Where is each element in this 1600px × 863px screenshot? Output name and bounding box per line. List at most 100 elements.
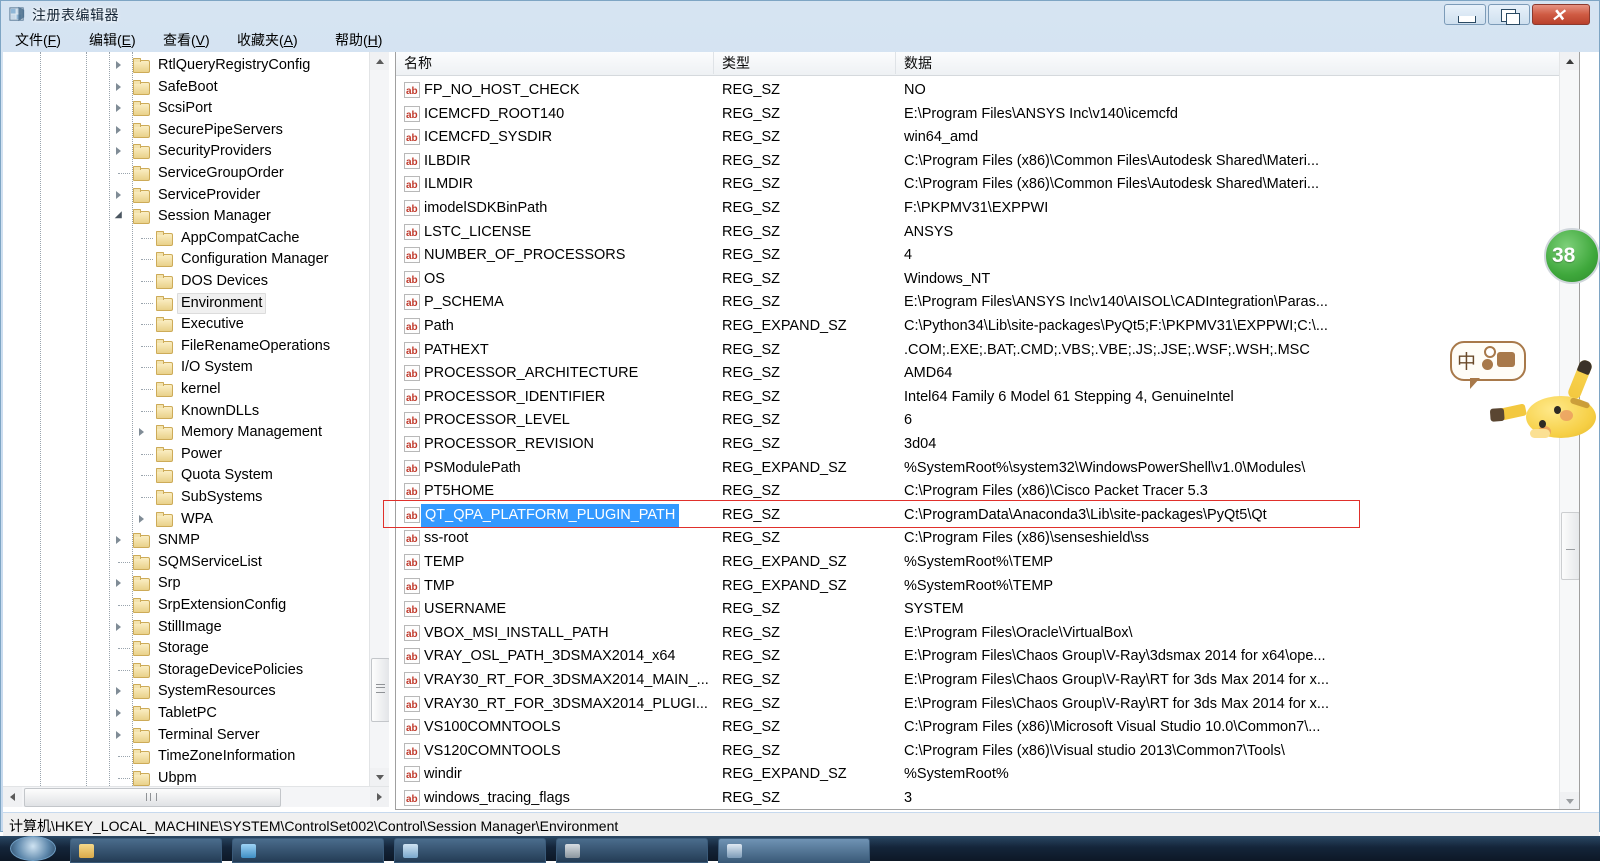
chevron-right-icon[interactable] [116, 709, 121, 717]
chevron-right-icon[interactable] [139, 514, 144, 523]
table-row[interactable]: FP_NO_HOST_CHECK REG_SZ NO [396, 79, 1579, 104]
table-row[interactable]: TEMP REG_EXPAND_SZ %SystemRoot%\TEMP [396, 551, 1579, 576]
tree-connector-icon [141, 475, 153, 477]
tree-scroll-left-icon[interactable] [3, 787, 22, 807]
tree-scroll-up-icon[interactable] [370, 52, 389, 70]
table-row[interactable]: OS REG_SZ Windows_NT [396, 268, 1579, 292]
table-row[interactable]: ss-root REG_SZ C:\Program Files (x86)\sens… [396, 527, 1579, 552]
table-row[interactable]: VRAY30_RT_FOR_3DSMAX2014_MAIN_... REG_SZ E… [396, 669, 1579, 694]
string-value-icon [404, 646, 420, 670]
ime-skin-icon[interactable] [1497, 352, 1515, 367]
table-row[interactable]: PROCESSOR_ARCHITECTURE REG_SZ AMD64 [396, 362, 1579, 387]
tree-scroll-right-icon[interactable] [370, 787, 389, 807]
chevron-right-icon[interactable] [116, 61, 121, 69]
windows-taskbar[interactable] [0, 836, 1600, 863]
chevron-right-icon[interactable] [116, 579, 121, 588]
value-data-cell: AMD64 [904, 365, 953, 382]
table-row[interactable]: ICEMCFD_SYSDIR REG_SZ win64_amd [396, 126, 1579, 151]
tree-node-label: Ubpm [158, 769, 197, 786]
tree-scroll-down-icon[interactable] [370, 768, 389, 786]
table-row[interactable]: windir REG_EXPAND_SZ %SystemRoot% [396, 763, 1579, 788]
start-button[interactable] [10, 836, 56, 861]
menu-item-file[interactable]: 文件(F) [9, 30, 67, 50]
value-type-cell: REG_SZ [722, 601, 781, 618]
close-button[interactable]: ✕ [1532, 4, 1590, 25]
taskbar-item-3[interactable] [394, 838, 546, 863]
tree-node-label: Terminal Server [158, 726, 260, 743]
tree-vertical-scrollbar[interactable] [369, 52, 390, 786]
list-scrollbar-thumb[interactable] [1561, 512, 1579, 580]
column-header-name[interactable]: 名称 [396, 52, 714, 74]
table-row[interactable]: PROCESSOR_IDENTIFIER REG_SZ Intel64 Family… [396, 386, 1579, 410]
chevron-right-icon[interactable] [139, 428, 144, 437]
value-name-text: NUMBER_OF_PROCESSORS [424, 247, 626, 264]
table-row[interactable]: PSModulePath REG_EXPAND_SZ %SystemRoot%\sy… [396, 457, 1579, 481]
menu-item-favorites[interactable]: 收藏夹(A) [231, 30, 304, 50]
chevron-right-icon[interactable] [116, 147, 121, 156]
table-row[interactable]: imodelSDKBinPath REG_SZ F:\PKPMV31\EXPPWI [396, 197, 1579, 222]
taskbar-item-4[interactable] [556, 838, 708, 863]
registry-values-list[interactable]: 名称 类型 数据 FP_NO_HOST_CHECK REG_SZ NO ICEMCFD… [395, 52, 1580, 810]
table-row[interactable]: P_SCHEMA REG_SZ E:\Program Files\ANSYS Inc… [396, 291, 1579, 316]
ime-punctuation-icon[interactable] [1484, 346, 1496, 358]
menu-item-view[interactable]: 查看(V) [157, 30, 216, 50]
tree-connector-icon [118, 605, 130, 606]
table-row[interactable]: PATHEXT REG_SZ .COM;.EXE;.BAT;.CMD;.VBS;.V… [396, 339, 1579, 363]
table-row[interactable]: QT_QPA_PLATFORM_PLUGIN_PATH REG_SZ C:\Prog… [396, 503, 1579, 528]
ime-indicator[interactable]: 中 [1450, 337, 1600, 447]
table-row[interactable]: VRAY_OSL_PATH_3DSMAX2014_x64 REG_SZ E:\Pro… [396, 645, 1579, 670]
taskbar-item-1[interactable] [70, 838, 222, 863]
string-value-icon [404, 80, 420, 104]
registry-key-tree[interactable]: RtlQueryRegistryConfig SafeBoot ScsiPort Se… [3, 52, 390, 786]
tree-horizontal-scrollbar[interactable] [3, 786, 389, 807]
value-data-cell: C:\Program Files (x86)\Common Files\Auto… [904, 152, 1319, 169]
table-row[interactable]: USERNAME REG_SZ SYSTEM [396, 598, 1579, 623]
folder-icon [155, 511, 173, 527]
green-status-badge[interactable]: 38 [1544, 228, 1600, 284]
chevron-right-icon[interactable] [116, 104, 121, 113]
table-row[interactable]: NUMBER_OF_PROCESSORS REG_SZ 4 [396, 244, 1579, 269]
table-row[interactable]: ILBDIR REG_SZ C:\Program Files (x86)\Commo… [396, 150, 1579, 174]
table-row[interactable]: PT5HOME REG_SZ C:\Program Files (x86)\Cisc… [396, 480, 1579, 505]
column-header-type[interactable]: 类型 [714, 52, 896, 74]
table-row[interactable]: VS120COMNTOOLS REG_SZ C:\Program Files (x8… [396, 740, 1579, 764]
table-row[interactable]: ILMDIR REG_SZ C:\Program Files (x86)\Commo… [396, 173, 1579, 198]
menu-item-help[interactable]: 帮助(H) [329, 30, 388, 50]
list-scroll-up-icon[interactable] [1560, 52, 1579, 70]
table-row[interactable]: VBOX_MSI_INSTALL_PATH REG_SZ E:\Program Fi… [396, 622, 1579, 646]
value-name-text: QT_QPA_PLATFORM_PLUGIN_PATH [421, 503, 680, 528]
table-row[interactable]: windows_tracing_flags REG_SZ 3 [396, 787, 1579, 809]
table-row[interactable]: VRAY30_RT_FOR_3DSMAX2014_PLUGI... REG_SZ E… [396, 693, 1579, 717]
chevron-right-icon[interactable] [116, 190, 121, 199]
value-type-cell: REG_SZ [722, 152, 781, 169]
chevron-right-icon[interactable] [116, 687, 121, 696]
column-header-data[interactable]: 数据 [896, 52, 1562, 74]
string-value-icon [404, 788, 420, 809]
table-row[interactable]: LSTC_LICENSE REG_SZ ANSYS [396, 221, 1579, 245]
title-bar[interactable]: 注册表编辑器 ✕ [1, 1, 1600, 28]
menu-item-edit[interactable]: 编辑(E) [83, 30, 142, 50]
table-row[interactable]: Path REG_EXPAND_SZ C:\Python34\Lib\site-pa… [396, 315, 1579, 340]
tree-hscrollbar-thumb[interactable] [24, 788, 281, 807]
table-row[interactable]: PROCESSOR_REVISION REG_SZ 3d04 [396, 433, 1579, 458]
tree-node-label: Memory Management [181, 424, 323, 441]
ime-shape-icon[interactable] [1482, 359, 1493, 370]
table-row[interactable]: TMP REG_EXPAND_SZ %SystemRoot%\TEMP [396, 575, 1579, 599]
taskbar-item-registry-editor[interactable] [718, 838, 870, 863]
table-row[interactable]: PROCESSOR_LEVEL REG_SZ 6 [396, 409, 1579, 434]
value-data-cell: .COM;.EXE;.BAT;.CMD;.VBS;.VBE;.JS;.JSE;.… [904, 341, 1310, 358]
chevron-right-icon[interactable] [116, 82, 121, 91]
minimize-button[interactable] [1444, 4, 1486, 25]
table-row[interactable]: ICEMCFD_ROOT140 REG_SZ E:\Program Files\AN… [396, 103, 1579, 127]
chevron-right-icon[interactable] [116, 536, 121, 545]
list-scroll-down-icon[interactable] [1560, 792, 1579, 809]
chevron-right-icon[interactable] [116, 730, 121, 739]
chevron-right-icon[interactable] [116, 125, 121, 134]
table-row[interactable]: VS100COMNTOOLS REG_SZ C:\Program Files (x8… [396, 716, 1579, 741]
tree-scrollbar-thumb[interactable] [371, 658, 390, 722]
tree-node-label: RtlQueryRegistryConfig [158, 57, 311, 73]
chevron-right-icon[interactable] [116, 622, 121, 631]
chevron-down-icon[interactable] [114, 211, 126, 222]
maximize-restore-button[interactable] [1488, 4, 1530, 25]
taskbar-item-2[interactable] [232, 838, 384, 863]
